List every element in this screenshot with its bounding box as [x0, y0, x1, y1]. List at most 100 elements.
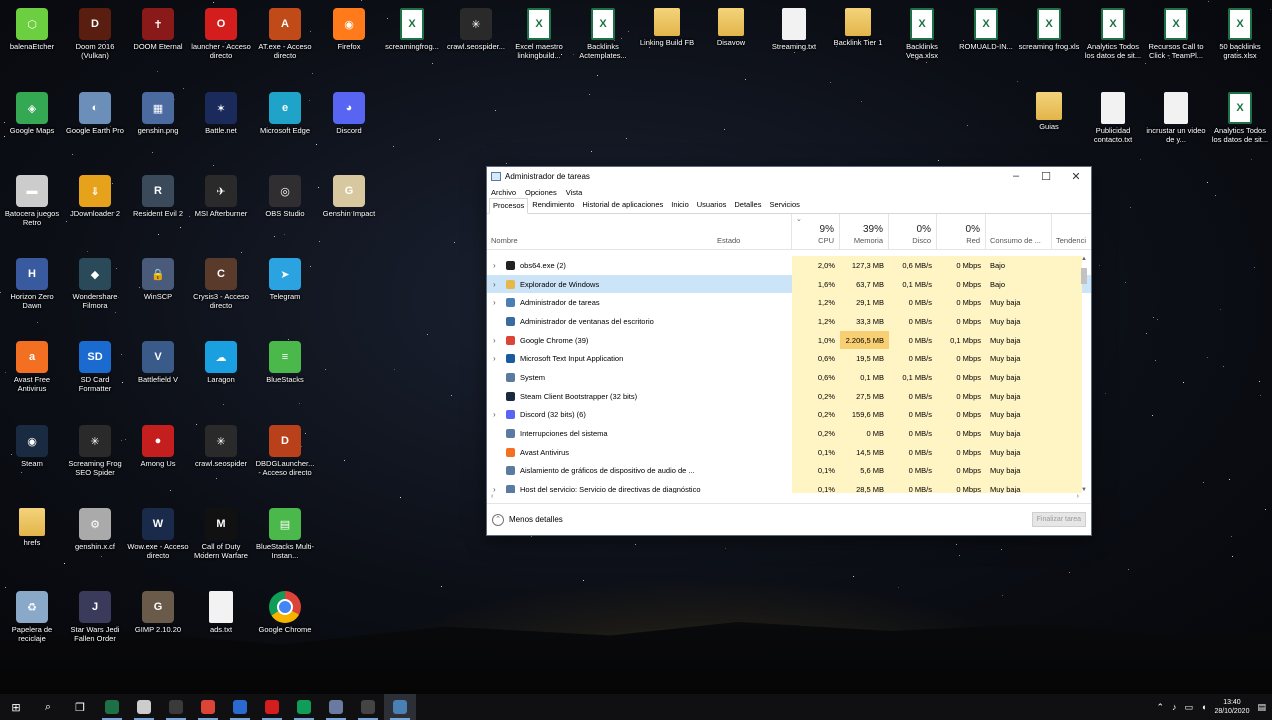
tab-detalles[interactable]: Detalles: [730, 197, 765, 213]
process-row[interactable]: Administrador de ventanas del escritorio…: [487, 312, 1091, 331]
col-memory[interactable]: 39% Memoria: [840, 214, 889, 250]
desktop-icon[interactable]: G GIMP 2.10.20: [127, 591, 189, 634]
vertical-scrollbar[interactable]: ▲ ▼: [1080, 256, 1088, 493]
process-row[interactable]: › Discord (32 bits) (6) 0,2% 159,6 MB 0 MB/s…: [487, 405, 1091, 425]
desktop-icon[interactable]: ◉ Firefox: [318, 8, 380, 51]
taskbar-obs-icon[interactable]: [352, 694, 384, 720]
desktop-icon[interactable]: ◐ Google Earth Pro: [64, 92, 126, 135]
desktop-icon[interactable]: C Crysis3 - Acceso directo: [190, 258, 252, 310]
process-row[interactable]: Avast Antivirus 0,1% 14,5 MB 0 MB/s 0 Mbps Mu…: [487, 442, 1091, 462]
menu-opciones[interactable]: Opciones: [525, 188, 557, 197]
desktop-icon[interactable]: G Genshin Impact: [318, 175, 380, 218]
desktop-icon[interactable]: R Resident Evil 2: [127, 175, 189, 218]
desktop-icon[interactable]: ● Among Us: [127, 425, 189, 468]
desktop-icon[interactable]: ≡ BlueStacks: [254, 341, 316, 384]
notifications-icon[interactable]: ▤: [1257, 702, 1266, 713]
process-row[interactable]: › Microsoft Text Input Application 0,6% 19,…: [487, 349, 1091, 369]
desktop-icon[interactable]: X Excel maestro linkingbuild...: [508, 8, 570, 60]
desktop-icon[interactable]: M Call of Duty Modern Warfare: [190, 508, 252, 560]
desktop-icon[interactable]: D DBDGLauncher... - Acceso directo: [254, 425, 316, 477]
col-disk[interactable]: 0% Disco: [889, 214, 937, 250]
desktop-icon[interactable]: X Analytics Todos los datos de sit...: [1082, 8, 1144, 60]
desktop-icon[interactable]: ◈ Google Maps: [1, 92, 63, 135]
collapse-chevron-icon[interactable]: ⌃: [492, 513, 504, 526]
taskbar-task-manager-icon[interactable]: [384, 694, 416, 720]
desktop-icon[interactable]: hrefs: [1, 508, 63, 547]
desktop-icon[interactable]: V Battlefield V: [127, 341, 189, 384]
tab-historial[interactable]: Historial de aplicaciones: [578, 197, 667, 213]
desktop-icon[interactable]: ✈ MSI Afterburner: [190, 175, 252, 218]
desktop-icon[interactable]: ✳ Screaming Frog SEO Spider: [64, 425, 126, 477]
desktop-icon[interactable]: D Doom 2016 (Vulkan): [64, 8, 126, 60]
desktop-icon[interactable]: ◆ Wondershare Filmora: [64, 258, 126, 310]
desktop-icon[interactable]: Xscreaming frog.xls: [1018, 8, 1080, 51]
taskbar-store-icon[interactable]: [128, 694, 160, 720]
desktop-icon[interactable]: ✶ Battle.net: [190, 92, 252, 135]
desktop-icon[interactable]: ◉ Steam: [1, 425, 63, 468]
taskbar-app-icon[interactable]: [320, 694, 352, 720]
tray-chevron-icon[interactable]: ⌃: [1156, 702, 1164, 713]
desktop-icon[interactable]: ✝ DOOM Eternal: [127, 8, 189, 51]
tab-inicio[interactable]: Inicio: [667, 197, 693, 213]
expand-chevron-icon[interactable]: ›: [493, 485, 496, 493]
process-row[interactable]: › obs64.exe (2) 2,0% 127,3 MB 0,6 MB/s 0 Mbps…: [487, 256, 1091, 275]
expand-chevron-icon[interactable]: ›: [493, 354, 496, 363]
volume-icon[interactable]: ◖: [1201, 702, 1206, 712]
desktop-icon[interactable]: ☁ Laragon: [190, 341, 252, 384]
expand-chevron-icon[interactable]: ›: [493, 280, 496, 289]
desktop-icon[interactable]: X Analytics Todos los datos de sit...: [1209, 92, 1271, 144]
desktop-icon[interactable]: Publicidad contacto.txt: [1082, 92, 1144, 144]
scroll-left-icon[interactable]: ‹: [491, 493, 493, 500]
desktop-icon[interactable]: ✳ crawl.seospider: [190, 425, 252, 468]
close-icon[interactable]: ✕: [1061, 170, 1091, 183]
title-bar[interactable]: Administrador de tareas – ☐ ✕: [487, 167, 1091, 185]
expand-chevron-icon[interactable]: ›: [493, 336, 496, 345]
clock[interactable]: 13:40 28/10/2020: [1214, 698, 1249, 716]
desktop-icon[interactable]: A AT.exe - Acceso directo: [254, 8, 316, 60]
col-trend[interactable]: Tendenci: [1052, 214, 1093, 250]
desktop-icon[interactable]: J Star Wars Jedi Fallen Order: [64, 591, 126, 643]
process-row[interactable]: System 0,6% 0,1 MB 0,1 MB/s 0 Mbps Muy baja: [487, 368, 1091, 387]
taskbar-crawl-icon[interactable]: [160, 694, 192, 720]
col-power[interactable]: Consumo de ...: [986, 214, 1052, 250]
menu-vista[interactable]: Vista: [566, 188, 583, 197]
process-row[interactable]: › Google Chrome (39) 1,0% 2.206,5 MB 0 MB/s 0…: [487, 330, 1091, 350]
desktop-icon[interactable]: Olauncher - Acceso directo: [190, 8, 252, 60]
desktop-icon[interactable]: ◎ OBS Studio: [254, 175, 316, 218]
desktop-icon[interactable]: Google Chrome: [254, 591, 316, 634]
desktop-icon[interactable]: ⇓ JDownloader 2: [64, 175, 126, 218]
desktop-icon[interactable]: ▬ Batocera juegos Retro: [1, 175, 63, 227]
desktop-icon[interactable]: ads.txt: [190, 591, 252, 634]
desktop-icon[interactable]: SD SD Card Formatter: [64, 341, 126, 393]
desktop-icon[interactable]: ▦ genshin.png: [127, 92, 189, 135]
microphone-icon[interactable]: ♪: [1172, 702, 1177, 712]
taskbar-chrome-2-icon[interactable]: [288, 694, 320, 720]
desktop-icon[interactable]: ✳ crawl.seospider...: [445, 8, 507, 51]
desktop-icon[interactable]: W Wow.exe - Acceso directo: [127, 508, 189, 560]
taskbar-task-view-icon[interactable]: ❐: [64, 694, 96, 720]
col-network[interactable]: 0% Red: [937, 214, 986, 250]
desktop-icon[interactable]: ⬡ balenaEtcher: [1, 8, 63, 51]
expand-chevron-icon[interactable]: ›: [493, 410, 496, 419]
desktop-icon[interactable]: Disavow: [700, 8, 762, 47]
process-row[interactable]: Steam Client Bootstrapper (32 bits) 0,2% 2…: [487, 386, 1091, 406]
process-row[interactable]: › Explorador de Windows 1,6% 63,7 MB 0,1 MB/…: [487, 274, 1091, 294]
desktop-icon[interactable]: incrustar un video de y...: [1145, 92, 1207, 144]
desktop-icon[interactable]: ◕ Discord: [318, 92, 380, 135]
minimize-icon[interactable]: –: [1001, 170, 1031, 183]
desktop-icon[interactable]: 🔒 WinSCP: [127, 258, 189, 301]
desktop-icon[interactable]: e Microsoft Edge: [254, 92, 316, 135]
menu-archivo[interactable]: Archivo: [491, 188, 516, 197]
desktop-icon[interactable]: H Horizon Zero Dawn: [1, 258, 63, 310]
tab-usuarios[interactable]: Usuarios: [693, 197, 731, 213]
desktop-icon[interactable]: Xscreamingfrog...: [381, 8, 443, 51]
desktop-icon[interactable]: X 50 backlinks gratis.xlsx: [1209, 8, 1271, 60]
col-name[interactable]: Nombre: [487, 214, 713, 250]
desktop-icon[interactable]: X Backlinks Vega.xlsx: [891, 8, 953, 60]
end-task-button[interactable]: Finalizar tarea: [1031, 512, 1086, 527]
process-row[interactable]: › Administrador de tareas 1,2% 29,1 MB 0 MB/…: [487, 293, 1091, 313]
process-row[interactable]: Interrupciones del sistema 0,2% 0 MB 0 MB/s…: [487, 424, 1091, 443]
taskbar-search-icon[interactable]: ⌕: [32, 694, 64, 720]
col-status[interactable]: Estado: [713, 214, 792, 250]
scroll-up-icon[interactable]: ▲: [1081, 256, 1087, 262]
